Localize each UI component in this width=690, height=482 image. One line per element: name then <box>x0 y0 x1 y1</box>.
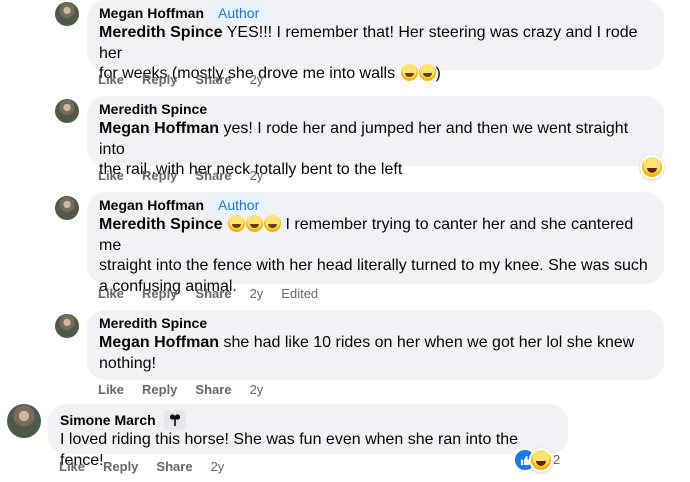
reply-button[interactable]: Reply <box>142 168 177 183</box>
comment-bubble: Megan Hoffman Author Meredith Spince I r… <box>87 192 664 295</box>
comment-actions: Like Reply Share 2y <box>98 382 281 397</box>
comment-author[interactable]: Meredith Spince <box>99 315 207 331</box>
avatar[interactable] <box>7 404 41 438</box>
fan-badge-icon[interactable] <box>163 410 186 430</box>
haha-reaction-icon[interactable] <box>529 448 553 472</box>
timestamp[interactable]: 2y <box>211 459 225 474</box>
like-button[interactable]: Like <box>98 382 124 397</box>
comment-bubble: Simone March I loved riding this horse! … <box>48 404 568 469</box>
comment-author[interactable]: Meredith Spince <box>99 101 207 117</box>
share-button[interactable]: Share <box>195 382 231 397</box>
comment-author[interactable]: Simone March <box>60 412 156 428</box>
comment-actions: Like Reply Share 2y Edited <box>98 286 336 301</box>
timestamp[interactable]: 2y <box>250 72 264 87</box>
share-button[interactable]: Share <box>195 168 231 183</box>
share-button[interactable]: Share <box>156 459 192 474</box>
like-button[interactable]: Like <box>59 459 85 474</box>
avatar[interactable] <box>55 314 79 338</box>
reply-button[interactable]: Reply <box>142 72 177 87</box>
haha-reaction-icon[interactable] <box>640 155 664 179</box>
comment-author[interactable]: Megan Hoffman <box>99 197 204 213</box>
laughing-emoji-icon <box>228 215 246 232</box>
like-button[interactable]: Like <box>98 168 124 183</box>
comment-text: Meredith Spince I remember trying to can… <box>99 215 648 295</box>
reply-button[interactable]: Reply <box>142 382 177 397</box>
laughing-emoji-icon <box>264 215 282 232</box>
mention-link[interactable]: Meredith Spince <box>99 216 223 233</box>
rofl-emoji-icon <box>418 64 436 81</box>
timestamp[interactable]: 2y <box>250 382 264 397</box>
share-button[interactable]: Share <box>195 286 231 301</box>
reply-button[interactable]: Reply <box>103 459 138 474</box>
mention-link[interactable]: Megan Hoffman <box>99 120 219 137</box>
share-button[interactable]: Share <box>195 72 231 87</box>
comment-bubble: Meredith Spince Megan Hoffman she had li… <box>87 310 664 380</box>
avatar[interactable] <box>55 196 79 220</box>
comment-actions: Like Reply Share 2y <box>59 459 242 474</box>
laughing-emoji-icon <box>400 64 418 81</box>
avatar[interactable] <box>55 99 79 123</box>
author-badge: Author <box>212 195 266 215</box>
comment-text: Megan Hoffman she had like 10 rides on h… <box>99 334 635 372</box>
reaction-count[interactable]: 2 <box>553 452 560 467</box>
mention-link[interactable]: Meredith Spince <box>99 24 223 41</box>
rofl-emoji-icon <box>246 215 264 232</box>
timestamp[interactable]: 2y <box>250 286 264 301</box>
timestamp[interactable]: 2y <box>250 168 264 183</box>
comment-author[interactable]: Megan Hoffman <box>99 5 204 21</box>
author-badge: Author <box>212 3 266 23</box>
edited-label[interactable]: Edited <box>281 286 318 301</box>
comment-bubble: Megan Hoffman Author Meredith Spince YES… <box>87 0 664 82</box>
comment-actions: Like Reply Share 2y <box>98 168 281 183</box>
reply-button[interactable]: Reply <box>142 286 177 301</box>
mention-link[interactable]: Megan Hoffman <box>99 334 219 351</box>
like-button[interactable]: Like <box>98 72 124 87</box>
comment-actions: Like Reply Share 2y <box>98 72 281 87</box>
like-button[interactable]: Like <box>98 286 124 301</box>
avatar[interactable] <box>55 2 79 26</box>
comment-bubble: Meredith Spince Megan Hoffman yes! I rod… <box>87 96 664 178</box>
